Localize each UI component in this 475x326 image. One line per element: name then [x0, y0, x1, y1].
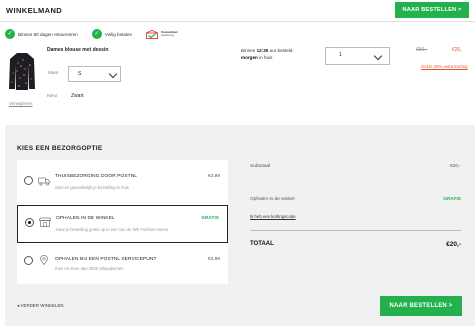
usp-returns: ✓ Binnen 60 dagen retourneren	[5, 29, 78, 39]
sale-discount-link[interactable]: SALE 20% extra korting	[421, 64, 468, 69]
total-label: TOTAAL	[250, 241, 274, 247]
option-name: OPHALEN BIJ EEN POSTNL SERVICEPUNT	[55, 257, 157, 262]
color-value: Zwart	[71, 93, 84, 99]
cart-item: Dames blouse met dessin Maat S Kleur Zwa…	[0, 42, 475, 114]
product-image[interactable]	[8, 51, 36, 91]
map-pin-icon	[40, 255, 48, 265]
pickup-value: GRATIS	[443, 197, 461, 202]
delivery-truck-icon	[38, 177, 50, 186]
product-name[interactable]: Dames blouse met dessin	[47, 47, 108, 53]
subtotal-label: Subtotaal	[250, 164, 271, 169]
continue-shopping-link[interactable]: ◂ VERDER WINKELEN	[17, 303, 64, 309]
price-sale: €20,	[452, 47, 462, 53]
option-price: €3,99	[207, 174, 220, 179]
thuiswinkel-badge[interactable]: thuiswinkel waarborg	[146, 29, 177, 39]
option-name: THUISBEZORGING DOOR POSTNL	[55, 174, 138, 179]
page-title: WINKELMAND	[6, 6, 63, 15]
checkout-button-bottom[interactable]: NAAR BESTELLEN >	[380, 296, 462, 316]
chevron-down-icon	[108, 69, 118, 78]
usp-secure-payment: ✓ Veilig betalen	[91, 29, 133, 39]
check-icon: ✓	[91, 29, 102, 39]
remove-link[interactable]: Verwijderen	[9, 101, 33, 106]
check-icon: ✓	[5, 29, 15, 39]
color-label: Kleur	[47, 93, 58, 98]
quantity-value: 1	[339, 52, 342, 58]
option-desc: Haal je bestelling gratis op in een van …	[56, 227, 168, 232]
cart-header: WINKELMAND NAAR BESTELLEN >	[0, 0, 475, 22]
shipping-title: KIES EEN BEZORGOPTIE	[17, 145, 103, 152]
delivery-info: Binnen 12:30 uur besteld, morgen in huis	[241, 48, 294, 60]
option-price: €3,99	[207, 257, 220, 262]
price-original: €50,-	[416, 47, 428, 53]
shipping-option-store[interactable]: OPHALEN IN DE WINKEL Haal je bestelling …	[17, 205, 228, 243]
continue-shopping-label: VERDER WINKELEN	[20, 303, 64, 308]
option-desc: Snel en gemakkelijk je bestelling in hui…	[55, 185, 129, 190]
promo-code-link[interactable]: Ik heb een kortingscode	[250, 214, 296, 219]
radio-button[interactable]	[24, 256, 33, 265]
size-value: S	[78, 71, 82, 77]
usp-text: Binnen 60 dagen retourneren	[18, 31, 78, 37]
option-price: GRATIS	[201, 216, 219, 221]
chevron-down-icon	[373, 51, 383, 60]
size-label: Maat	[48, 70, 59, 75]
usp-bar: ✓ Binnen 60 dagen retourneren ✓ Veilig b…	[5, 28, 177, 40]
option-name: OPHALEN IN DE WINKEL	[56, 216, 115, 221]
shipping-option-servicepoint[interactable]: OPHALEN BIJ EEN POSTNL SERVICEPUNT Kies …	[17, 246, 228, 284]
radio-button-selected[interactable]	[25, 218, 34, 227]
radio-button[interactable]	[24, 176, 33, 185]
shipping-option-home[interactable]: THUISBEZORGING DOOR POSTNL Snel en gemak…	[17, 163, 228, 201]
usp-text: Veilig betalen	[104, 31, 133, 37]
quantity-select[interactable]: 1	[325, 47, 390, 65]
pickup-label: Ophalen in de winkel	[250, 197, 295, 202]
checkout-button-top[interactable]: NAAR BESTELLEN >	[395, 2, 469, 18]
total-value: €20,-	[446, 241, 461, 248]
shipping-options: THUISBEZORGING DOOR POSTNL Snel en gemak…	[17, 160, 228, 284]
option-desc: Kies uit meer dan 2500 afhaalpunten	[55, 266, 124, 271]
store-icon	[39, 217, 51, 227]
badge-line2: waarborg	[161, 33, 174, 37]
subtotal-value: €20,-	[450, 164, 461, 169]
size-select[interactable]: S	[68, 66, 121, 82]
thuiswinkel-logo-icon	[146, 29, 159, 39]
summary-divider	[250, 230, 461, 231]
